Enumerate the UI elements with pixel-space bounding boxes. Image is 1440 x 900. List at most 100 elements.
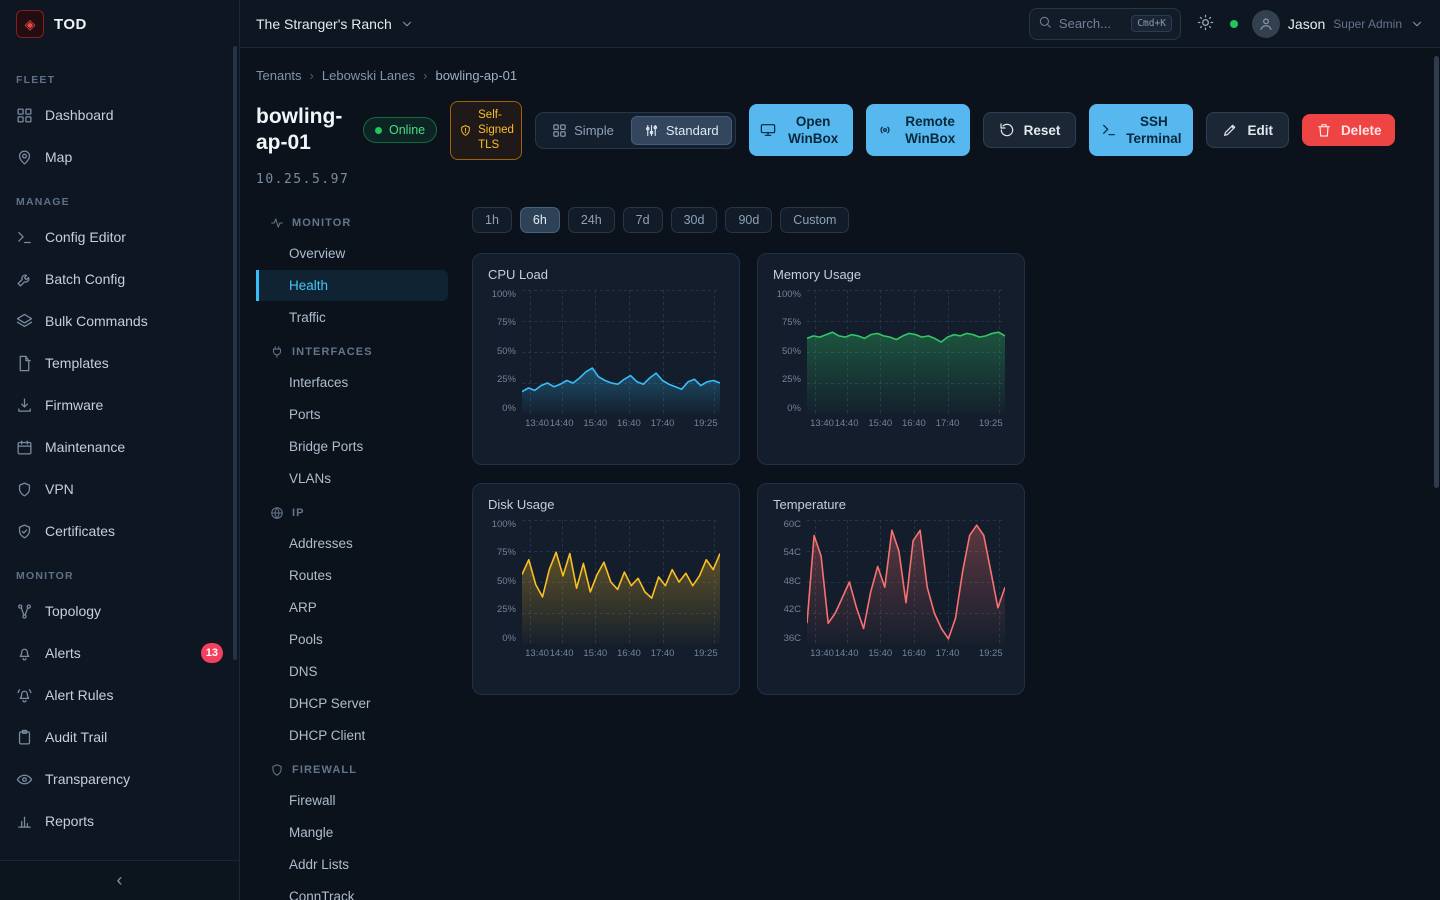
chart-plot <box>807 290 1005 414</box>
open-winbox-button[interactable]: Open WinBox <box>749 104 853 156</box>
search-icon <box>1038 15 1052 32</box>
broadcast-icon <box>877 122 893 138</box>
sidebar-item-audit-trail[interactable]: Audit Trail <box>0 716 239 758</box>
view-mode-simple[interactable]: Simple <box>539 116 627 145</box>
subnav-item-firewall[interactable]: Firewall <box>256 785 448 816</box>
x-tick-label: 14:40 <box>550 648 574 659</box>
chart-card-disk-usage: Disk Usage100%75%50%25%0%13:4014:4015:40… <box>472 483 740 695</box>
sidebar-item-label: Maintenance <box>45 439 125 455</box>
sidebar-item-templates[interactable]: Templates <box>0 342 239 384</box>
button-label: Edit <box>1247 122 1273 140</box>
share-icon <box>16 603 33 620</box>
y-tick-label: 100% <box>492 520 516 530</box>
user-icon <box>1258 16 1274 32</box>
timerange-30d[interactable]: 30d <box>671 207 718 233</box>
x-tick-label: 19:25 <box>694 648 718 659</box>
ssh-terminal-button[interactable]: SSH Terminal <box>1089 104 1193 156</box>
sidebar-item-alert-rules[interactable]: Alert Rules <box>0 674 239 716</box>
content: Tenants›Lebowski Lanes›bowling-ap-01 bow… <box>240 48 1440 900</box>
timerange-7d[interactable]: 7d <box>623 207 663 233</box>
search-input[interactable]: Search... Cmd+K <box>1029 8 1181 40</box>
subnav-item-mangle[interactable]: Mangle <box>256 817 448 848</box>
sun-icon <box>1197 14 1214 34</box>
timerange-24h[interactable]: 24h <box>568 207 615 233</box>
breadcrumb-item[interactable]: Lebowski Lanes <box>322 68 415 83</box>
chevron-down-icon <box>1410 17 1424 31</box>
sidebar-item-vpn[interactable]: VPN <box>0 468 239 510</box>
subnav-item-addr-lists[interactable]: Addr Lists <box>256 849 448 880</box>
subnav-item-conntrack[interactable]: ConnTrack <box>256 881 448 900</box>
sidebar-collapse-button[interactable]: ‹ <box>0 860 239 900</box>
timerange-6h[interactable]: 6h <box>520 207 560 233</box>
view-mode-standard[interactable]: Standard <box>631 116 732 145</box>
subnav-item-bridge-ports[interactable]: Bridge Ports <box>256 431 448 462</box>
reset-button[interactable]: Reset <box>983 112 1077 148</box>
sun-icon <box>1197 14 1214 31</box>
subnav-item-overview[interactable]: Overview <box>256 238 448 269</box>
y-tick-label: 50% <box>782 347 801 357</box>
sidebar-item-config-editor[interactable]: Config Editor <box>0 216 239 258</box>
sidebar-item-dashboard[interactable]: Dashboard <box>0 94 239 136</box>
subnav-item-vlans[interactable]: VLANs <box>256 463 448 494</box>
subnav-item-routes[interactable]: Routes <box>256 560 448 591</box>
subnav-item-interfaces[interactable]: Interfaces <box>256 367 448 398</box>
sidebar-item-alerts[interactable]: Alerts13 <box>0 632 239 674</box>
subnav-item-health[interactable]: Health <box>256 270 448 301</box>
sidebar-item-map[interactable]: Map <box>0 136 239 178</box>
subnav-item-dhcp-server[interactable]: DHCP Server <box>256 688 448 719</box>
sidebar-item-batch-config[interactable]: Batch Config <box>0 258 239 300</box>
chart-plot <box>807 520 1005 644</box>
main-scrollbar[interactable] <box>1434 56 1439 488</box>
y-axis: 100%75%50%25%0% <box>773 290 807 414</box>
online-dot-icon <box>375 127 382 134</box>
subnav-group-label: INTERFACES <box>292 346 373 358</box>
delete-button[interactable]: Delete <box>1302 114 1396 146</box>
sidebar-item-maintenance[interactable]: Maintenance <box>0 426 239 468</box>
chevron-down-icon <box>400 17 414 31</box>
sidebar-item-label: Alert Rules <box>45 687 113 703</box>
chart-icon <box>16 813 33 830</box>
device-actions: Open WinBoxRemote WinBox Reset SSH Termina… <box>749 104 1396 156</box>
tenant-selector[interactable]: The Stranger's Ranch <box>256 16 414 32</box>
x-tick-label: 15:40 <box>868 418 892 429</box>
subnav-item-traffic[interactable]: Traffic <box>256 302 448 333</box>
file-icon <box>16 355 33 372</box>
user-menu[interactable]: Jason Super Admin <box>1252 10 1424 38</box>
sidebar-item-firmware[interactable]: Firmware <box>0 384 239 426</box>
chart-card-memory-usage: Memory Usage100%75%50%25%0%13:4014:4015:… <box>757 253 1025 465</box>
edit-button[interactable]: Edit <box>1206 112 1289 148</box>
y-tick-label: 54C <box>784 548 801 558</box>
sidebar-item-certificates[interactable]: Certificates <box>0 510 239 552</box>
timerange-90d[interactable]: 90d <box>725 207 772 233</box>
subnav-item-dhcp-client[interactable]: DHCP Client <box>256 720 448 751</box>
connection-status-dot <box>1230 20 1238 28</box>
sidebar-scrollbar[interactable] <box>233 46 237 660</box>
refresh-icon <box>999 122 1015 138</box>
remote-winbox-button[interactable]: Remote WinBox <box>866 104 970 156</box>
sidebar-item-reports[interactable]: Reports <box>0 800 239 842</box>
subnav-item-dns[interactable]: DNS <box>256 656 448 687</box>
view-mode-label: Simple <box>574 123 614 138</box>
badge-check-icon <box>16 523 33 540</box>
sidebar-item-bulk-commands[interactable]: Bulk Commands <box>0 300 239 342</box>
calendar-icon <box>16 439 33 456</box>
search-placeholder: Search... <box>1059 16 1124 31</box>
subnav-item-ports[interactable]: Ports <box>256 399 448 430</box>
timerange-custom[interactable]: Custom <box>780 207 849 233</box>
breadcrumb-item: bowling-ap-01 <box>435 68 517 83</box>
activity-icon <box>270 216 284 230</box>
bell-icon <box>16 645 33 662</box>
sidebar-item-transparency[interactable]: Transparency <box>0 758 239 800</box>
download-icon <box>16 397 33 414</box>
y-tick-label: 75% <box>497 548 516 558</box>
sidebar: ◈ TOD FLEETDashboardMapMANAGEConfig Edit… <box>0 0 240 900</box>
breadcrumb-item[interactable]: Tenants <box>256 68 302 83</box>
theme-toggle-button[interactable] <box>1195 12 1216 36</box>
sidebar-item-topology[interactable]: Topology <box>0 590 239 632</box>
app-window: ◈ TOD FLEETDashboardMapMANAGEConfig Edit… <box>0 0 1440 900</box>
subnav-item-arp[interactable]: ARP <box>256 592 448 623</box>
subnav-item-addresses[interactable]: Addresses <box>256 528 448 559</box>
timerange-1h[interactable]: 1h <box>472 207 512 233</box>
x-tick-label: 16:40 <box>902 418 926 429</box>
subnav-item-pools[interactable]: Pools <box>256 624 448 655</box>
